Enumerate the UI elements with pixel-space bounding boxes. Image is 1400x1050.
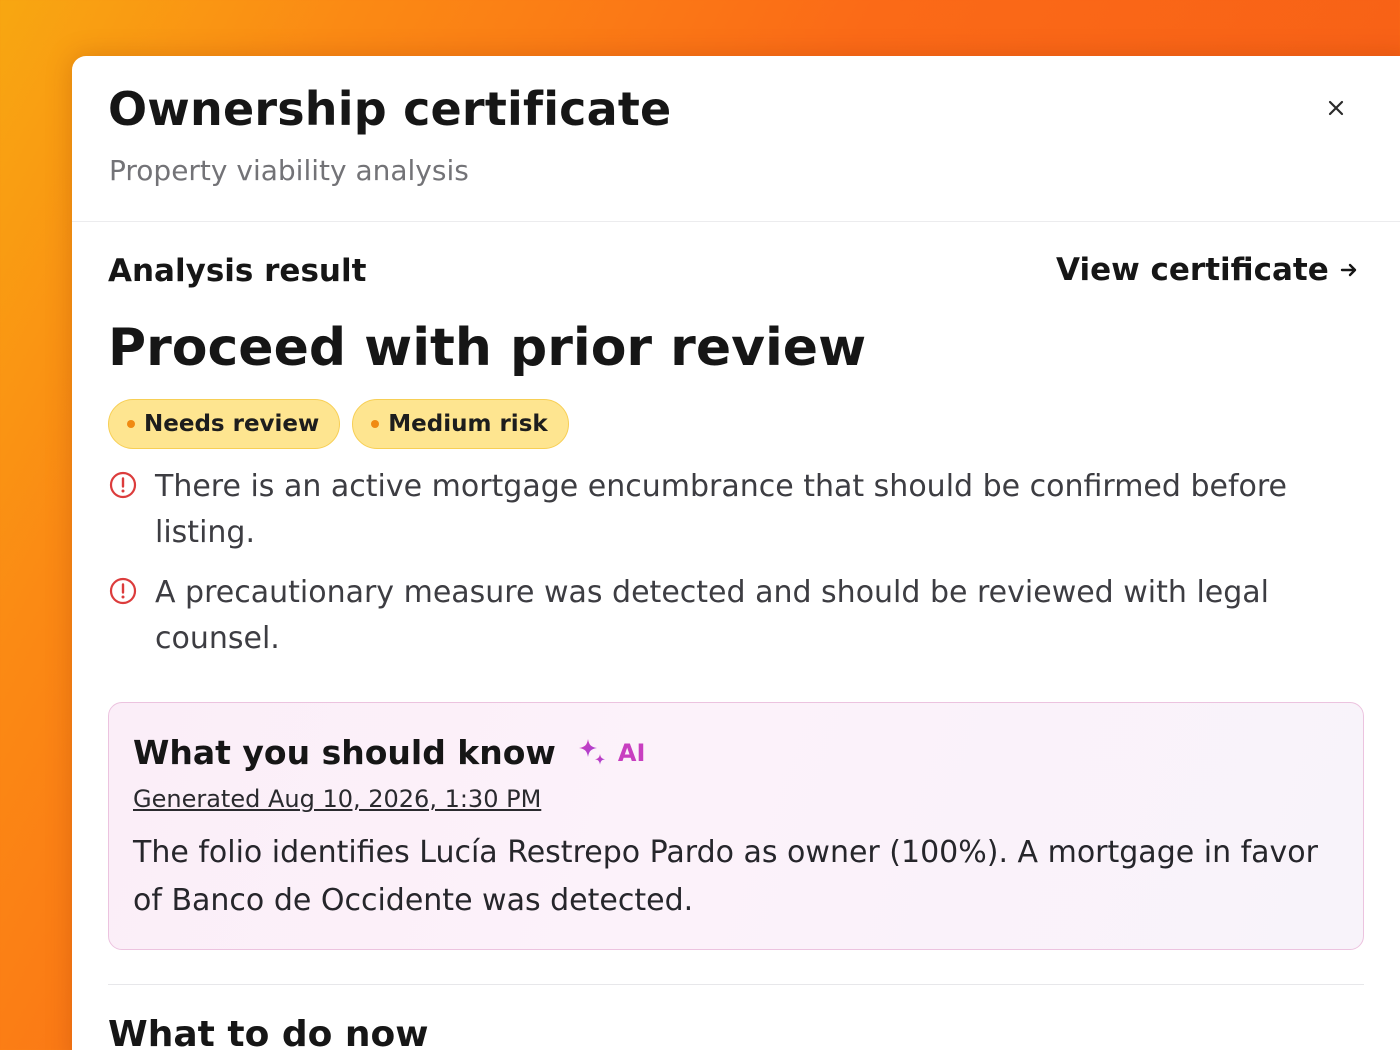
warning-item: There is an active mortgage encumbrance … — [108, 464, 1368, 556]
close-button[interactable] — [1320, 92, 1352, 124]
next-steps-heading: What to do now — [108, 1014, 429, 1050]
modal-header: Ownership certificate Property viability… — [72, 56, 1400, 222]
close-icon — [1328, 100, 1344, 116]
medium-risk-badge: Medium risk — [352, 399, 569, 449]
arrow-right-icon — [1340, 263, 1356, 277]
alert-circle-icon — [109, 577, 137, 605]
view-certificate-link[interactable]: View certificate — [1056, 252, 1359, 288]
ai-summary-title: What you should know — [133, 733, 556, 772]
warning-text: There is an active mortgage encumbrance … — [155, 469, 1288, 550]
ai-summary-body: The folio identifies Lucía Restrepo Pard… — [133, 835, 1318, 918]
ai-generated-timestamp[interactable]: Generated Aug 10, 2026, 1:30 PM — [133, 785, 541, 813]
badge-label: Needs review — [144, 411, 320, 437]
analysis-result-label: Analysis result — [108, 253, 367, 289]
badge-label: Medium risk — [388, 411, 548, 437]
alert-circle-icon — [109, 471, 137, 499]
warning-item: A precautionary measure was detected and… — [108, 570, 1368, 662]
section-divider — [108, 984, 1364, 985]
warning-text: A precautionary measure was detected and… — [155, 575, 1269, 656]
ownership-certificate-modal: Ownership certificate Property viability… — [72, 56, 1400, 1050]
warning-list: There is an active mortgage encumbrance … — [108, 464, 1368, 676]
ai-summary-header: What you should know AI — [133, 733, 645, 772]
ai-tag: AI — [617, 738, 646, 767]
analysis-verdict: Proceed with prior review — [108, 318, 867, 378]
modal-subtitle: Property viability analysis — [109, 154, 469, 187]
badge-dot — [371, 420, 380, 428]
sparkle-icon — [578, 738, 605, 765]
needs-review-badge: Needs review — [108, 399, 341, 449]
status-badges: Needs review Medium risk — [108, 399, 569, 449]
view-certificate-label: View certificate — [1056, 252, 1329, 288]
modal-title: Ownership certificate — [108, 82, 672, 136]
ai-summary-card: What you should know AI Generated Aug 10… — [108, 702, 1364, 950]
badge-dot — [127, 420, 135, 428]
